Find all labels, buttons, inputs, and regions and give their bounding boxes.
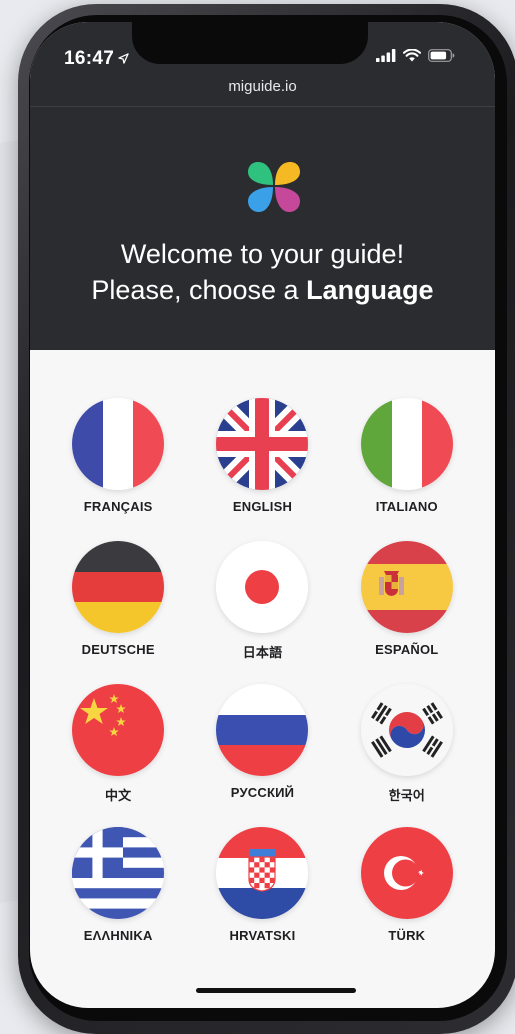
language-option-english[interactable]: ENGLISH bbox=[190, 398, 334, 515]
four-petal-logo-icon bbox=[248, 162, 300, 212]
language-option-korean[interactable]: 한국어 bbox=[335, 684, 479, 803]
language-option-german[interactable]: DEUTSCHE bbox=[46, 541, 190, 658]
language-label: ITALIANO bbox=[375, 499, 438, 514]
korea-flag-icon bbox=[360, 684, 453, 776]
croatia-flag-icon bbox=[216, 827, 309, 919]
language-label: TÜRK bbox=[388, 928, 426, 943]
home-indicator[interactable] bbox=[196, 988, 356, 993]
choose-language-line: Please, choose a Language bbox=[30, 272, 495, 308]
language-option-french[interactable]: FRANÇAIS bbox=[46, 398, 190, 515]
phone-screen: 16:47 miguide.io Welcome to your guide! … bbox=[30, 22, 495, 1008]
welcome-heading: Welcome to your guide! Please, choose a … bbox=[30, 236, 495, 308]
language-option-russian[interactable]: РУССКИЙ bbox=[190, 684, 334, 801]
browser-url[interactable]: miguide.io bbox=[30, 78, 495, 95]
phone-notch bbox=[132, 22, 368, 64]
language-option-italian[interactable]: ITALIANO bbox=[335, 398, 479, 515]
language-option-japanese[interactable]: 日本語 bbox=[190, 541, 334, 660]
signal-icon bbox=[376, 49, 396, 62]
language-label: 日本語 bbox=[242, 645, 283, 660]
germany-flag-icon bbox=[72, 541, 165, 633]
language-label: ESPAÑOL bbox=[375, 642, 439, 657]
china-flag-icon bbox=[72, 684, 165, 776]
greece-flag-icon bbox=[72, 827, 165, 919]
language-option-chinese[interactable]: 中文 bbox=[46, 684, 190, 803]
choose-prefix: Please, choose a bbox=[91, 275, 307, 305]
language-option-spanish[interactable]: ESPAÑOL bbox=[335, 541, 479, 658]
language-label: ΕΛΛΗΝΙΚΑ bbox=[83, 928, 153, 943]
language-label: FRANÇAIS bbox=[83, 499, 153, 514]
status-icons bbox=[376, 49, 455, 62]
language-label: 中文 bbox=[104, 788, 132, 803]
status-time: 16:47 bbox=[64, 48, 129, 70]
language-label: ENGLISH bbox=[232, 499, 293, 514]
japan-flag-icon bbox=[216, 541, 309, 633]
uk-flag-icon bbox=[216, 398, 309, 490]
language-label: 한국어 bbox=[388, 788, 426, 803]
france-flag-icon bbox=[72, 398, 165, 490]
choose-emphasis: Language bbox=[306, 275, 434, 305]
header-panel: 16:47 miguide.io Welcome to your guide! … bbox=[30, 22, 495, 350]
russia-flag-icon bbox=[216, 684, 309, 776]
spain-flag-icon bbox=[360, 541, 453, 633]
location-arrow-icon bbox=[118, 51, 129, 67]
welcome-line: Welcome to your guide! bbox=[120, 239, 405, 269]
turkey-flag-icon bbox=[360, 827, 453, 919]
language-option-croatian[interactable]: HRVATSKI bbox=[190, 827, 334, 944]
language-option-turkish[interactable]: TÜRK bbox=[335, 827, 479, 944]
wifi-icon bbox=[403, 49, 421, 62]
language-option-greek[interactable]: ΕΛΛΗΝΙΚΑ bbox=[46, 827, 190, 944]
status-time-text: 16:47 bbox=[64, 48, 115, 69]
url-divider bbox=[30, 106, 495, 107]
language-label: DEUTSCHE bbox=[81, 642, 155, 657]
italy-flag-icon bbox=[360, 398, 453, 490]
language-grid: FRANÇAIS ENGLISH ITALIANO DEUTSCHE 日本語 E… bbox=[46, 398, 479, 944]
battery-icon bbox=[428, 49, 455, 62]
language-label: HRVATSKI bbox=[229, 928, 296, 943]
language-label: РУССКИЙ bbox=[230, 785, 295, 800]
